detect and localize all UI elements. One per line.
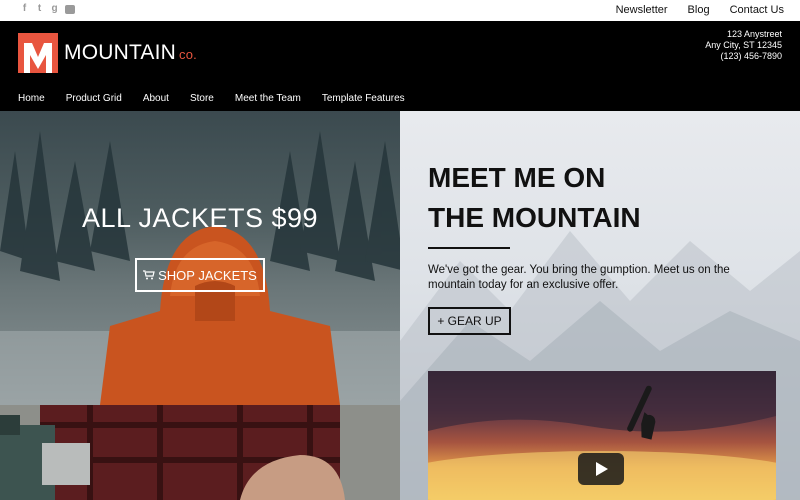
brand-suffix: co.	[179, 47, 197, 62]
address-block: 123 Anystreet Any City, ST 12345 (123) 4…	[705, 29, 782, 62]
nav-item-home[interactable]: Home	[18, 93, 45, 104]
nav-item-about[interactable]: About	[143, 93, 169, 104]
address-line-2: Any City, ST 12345	[705, 40, 782, 50]
newsletter-link[interactable]: Newsletter	[616, 4, 668, 16]
cart-icon	[143, 270, 155, 280]
nav-item-store[interactable]: Store	[190, 93, 214, 104]
body-copy: We've got the gear. You bring the gumpti…	[428, 264, 730, 291]
headline: MEET ME ON THE MOUNTAIN	[428, 158, 641, 238]
facebook-icon[interactable]: f	[20, 4, 29, 14]
phone-number: (123) 456-7890	[720, 51, 782, 61]
headline-line-1: MEET ME ON	[428, 162, 606, 193]
brand-name-text: MOUNTAIN	[64, 41, 177, 64]
logo-icon[interactable]	[18, 33, 58, 73]
nav-item-template-features[interactable]: Template Features	[322, 93, 405, 104]
utility-links: Newsletter Blog Contact Us	[596, 4, 784, 16]
gear-up-button[interactable]: + GEAR UP	[428, 307, 511, 335]
nav-item-meet-the-team[interactable]: Meet the Team	[235, 93, 301, 104]
google-plus-icon[interactable]: g	[50, 4, 59, 14]
nav-item-product-grid[interactable]: Product Grid	[66, 93, 122, 104]
social-links: f t g	[20, 4, 75, 14]
twitter-icon[interactable]: t	[35, 4, 44, 14]
hero-left-title: ALL JACKETS $99	[81, 203, 319, 233]
brand-name[interactable]: MOUNTAIN co.	[64, 41, 197, 65]
youtube-icon[interactable]	[65, 5, 75, 14]
site-header: MOUNTAIN co. 123 Anystreet Any City, ST 1…	[0, 21, 800, 111]
video-player[interactable]	[428, 371, 776, 500]
hero-jackets: ALL JACKETS $99 SHOP JACKETS	[0, 111, 400, 405]
play-icon[interactable]	[578, 453, 624, 485]
top-utility-bar: f t g Newsletter Blog Contact Us	[0, 0, 800, 21]
shop-jackets-label: SHOP JACKETS	[158, 267, 257, 283]
hero-mountain: MEET ME ON THE MOUNTAIN We've got the ge…	[400, 111, 800, 500]
headline-line-2: THE MOUNTAIN	[428, 202, 641, 233]
lower-left-photo	[0, 405, 400, 500]
main-nav: Home Product Grid About Store Meet the T…	[18, 93, 426, 104]
contact-us-link[interactable]: Contact Us	[730, 4, 784, 16]
blog-link[interactable]: Blog	[688, 4, 710, 16]
headline-divider	[428, 247, 510, 249]
shop-jackets-button[interactable]: SHOP JACKETS	[135, 258, 265, 292]
thermos-photo	[0, 405, 400, 500]
address-line-1: 123 Anystreet	[726, 29, 782, 39]
